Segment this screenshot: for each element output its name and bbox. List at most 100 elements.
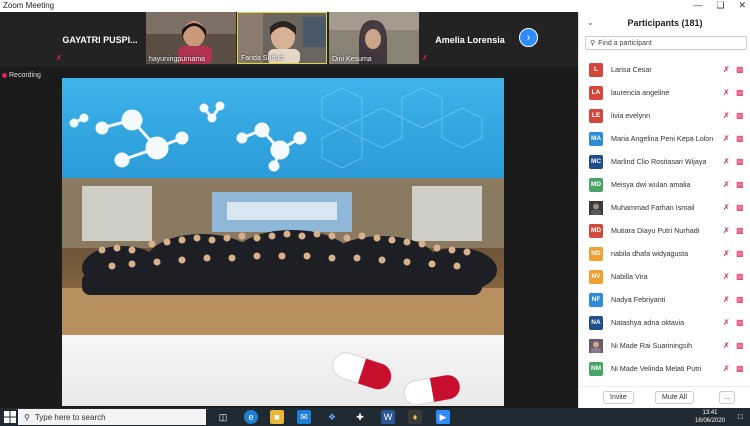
participant-search-input[interactable]: ⚲ Find a participant bbox=[585, 36, 747, 50]
participant-name: Ni Made Velinda Melati Putri bbox=[611, 364, 702, 373]
word-icon[interactable]: W bbox=[381, 410, 395, 424]
participant-video-label: Dini Kesuma bbox=[332, 56, 372, 63]
dropbox-icon[interactable]: ❖ bbox=[325, 410, 339, 424]
notification-icon[interactable]: □ bbox=[738, 412, 743, 421]
mute-all-button[interactable]: Mute All bbox=[655, 391, 694, 404]
camera-off-icon: ▩ bbox=[736, 364, 744, 373]
participant-row[interactable]: MC Marlind Clio Rositasari Wijaya ✗ ▩ bbox=[579, 150, 750, 173]
clock-date: 16/06/2020 bbox=[694, 418, 726, 424]
windows-start-icon[interactable] bbox=[4, 411, 16, 423]
participant-row[interactable]: ND nabila dhafa widyagusta ✗ ▩ bbox=[579, 242, 750, 265]
participant-name: Larisa Cesar bbox=[611, 65, 652, 74]
participant-row[interactable]: MD Meisya dwi wulan amalia ✗ ▩ bbox=[579, 173, 750, 196]
search-icon: ⚲ bbox=[590, 40, 596, 47]
participant-row[interactable]: LE livia evelynn ✗ ▩ bbox=[579, 104, 750, 127]
camera-off-icon: ▩ bbox=[736, 272, 744, 281]
participants-header: ⌄ Participants (181) bbox=[579, 12, 750, 34]
app-icon[interactable]: ♦ bbox=[408, 410, 422, 424]
title-bar: Zoom Meeting — ❏ ✕ bbox=[0, 0, 750, 12]
mail-icon[interactable]: ✉ bbox=[297, 410, 311, 424]
participant-name: Meisya dwi wulan amalia bbox=[611, 180, 691, 189]
camera-off-icon: ▩ bbox=[736, 226, 744, 235]
participant-tile-name[interactable]: Amelia Lorensia bbox=[424, 12, 516, 67]
mic-muted-icon: ✗ bbox=[723, 88, 730, 97]
avatar: MA bbox=[589, 131, 603, 146]
participant-video-tile-active[interactable]: Farida Suhud bbox=[237, 12, 327, 64]
group-photo bbox=[62, 178, 504, 335]
participant-name: Mutiara Diayu Putri Nurhadi bbox=[611, 226, 700, 235]
mic-muted-icon: ✗ bbox=[723, 134, 730, 143]
mic-muted-icon: ✗ bbox=[723, 295, 730, 304]
participant-row[interactable]: Muhammad Farhan Ismail ✗ ▩ bbox=[579, 196, 750, 219]
participant-video-label: hayuningpurnama bbox=[149, 56, 206, 63]
mic-muted-icon: ✗ bbox=[723, 65, 730, 74]
maximize-icon[interactable]: ❏ bbox=[716, 0, 724, 11]
participant-video-tile[interactable]: Dini Kesuma bbox=[329, 12, 419, 64]
camera-off-icon: ▩ bbox=[736, 88, 744, 97]
participant-name: Nadya Febriyanti bbox=[611, 295, 666, 304]
zoom-app-icon[interactable]: ▶ bbox=[436, 410, 450, 424]
video-strip: GAYATRI PUSPI... ✗ hayuningpurnama Farid… bbox=[0, 12, 578, 67]
next-page-button[interactable]: › bbox=[519, 28, 538, 47]
avatar: MC bbox=[589, 154, 603, 169]
participant-name: Nabilla Vira bbox=[611, 272, 648, 281]
search-placeholder: Find a participant bbox=[598, 39, 652, 47]
participant-video-tile[interactable]: hayuningpurnama bbox=[146, 12, 236, 64]
avatar: NA bbox=[589, 315, 603, 330]
avatar-image bbox=[589, 338, 603, 353]
search-icon: ⚲ bbox=[24, 412, 30, 422]
avatar: NF bbox=[589, 292, 603, 307]
participant-video-label: Farida Suhud bbox=[241, 55, 284, 62]
participant-name: Maria Angelina Peni Kepa Lolon bbox=[611, 134, 714, 143]
avatar: NV bbox=[589, 269, 603, 284]
camera-off-icon: ▩ bbox=[736, 111, 744, 120]
invite-button[interactable]: Invite bbox=[603, 391, 634, 404]
participant-row[interactable]: MA Maria Angelina Peni Kepa Lolon ✗ ▩ bbox=[579, 127, 750, 150]
shared-screen bbox=[62, 78, 504, 406]
participant-row[interactable]: NA Natashya adna oktavia ✗ ▩ bbox=[579, 311, 750, 334]
participant-row[interactable]: NV Nabilla Vira ✗ ▩ bbox=[579, 265, 750, 288]
windows-taskbar: ⚲ Type here to search ◫ e ■ ✉ ❖ ✚ W ♦ ▶ … bbox=[0, 408, 750, 426]
slide-header-graphic bbox=[62, 78, 504, 178]
camera-off-icon: ▩ bbox=[736, 249, 744, 258]
taskbar-search-input[interactable]: ⚲ Type here to search bbox=[18, 409, 206, 425]
slide-footer-graphic bbox=[62, 335, 504, 406]
recording-indicator: Recording bbox=[2, 72, 41, 79]
participant-tile-name[interactable]: GAYATRI PUSPI... bbox=[56, 12, 144, 67]
avatar-photo bbox=[589, 338, 603, 353]
app-icon[interactable]: ✚ bbox=[353, 410, 367, 424]
participant-name: Amelia Lorensia bbox=[435, 34, 505, 45]
file-explorer-icon[interactable]: ■ bbox=[270, 410, 284, 424]
camera-off-icon: ▩ bbox=[736, 65, 744, 74]
participant-row[interactable]: Ni Made Rai Suariningsih ✗ ▩ bbox=[579, 334, 750, 357]
camera-off-icon: ▩ bbox=[736, 134, 744, 143]
participant-name: laurencia angeline bbox=[611, 88, 670, 97]
avatar: L bbox=[589, 62, 603, 77]
camera-off-icon: ▩ bbox=[736, 157, 744, 166]
participant-name: nabila dhafa widyagusta bbox=[611, 249, 689, 258]
participant-row[interactable]: LA laurencia angeline ✗ ▩ bbox=[579, 81, 750, 104]
participant-name: Marlind Clio Rositasari Wijaya bbox=[611, 157, 707, 166]
window-title: Zoom Meeting bbox=[3, 1, 55, 10]
recording-label: Recording bbox=[9, 72, 41, 79]
mic-muted-icon: ✗ bbox=[723, 226, 730, 235]
participant-name: Ni Made Rai Suariningsih bbox=[611, 341, 693, 350]
mic-muted-icon: ✗ bbox=[723, 249, 730, 258]
participant-row[interactable]: L Larisa Cesar ✗ ▩ bbox=[579, 58, 750, 81]
participants-footer: Invite Mute All ... bbox=[579, 386, 750, 408]
minimize-icon[interactable]: — bbox=[693, 0, 702, 11]
edge-browser-icon[interactable]: e bbox=[244, 410, 258, 424]
camera-off-icon: ▩ bbox=[736, 341, 744, 350]
participant-row[interactable]: NF Nadya Febriyanti ✗ ▩ bbox=[579, 288, 750, 311]
participant-row[interactable]: NM Ni Made Velinda Melati Putri ✗ ▩ bbox=[579, 357, 750, 380]
more-options-button[interactable]: ... bbox=[719, 391, 735, 404]
participant-name: Natashya adna oktavia bbox=[611, 318, 685, 327]
system-clock[interactable]: 13:41 16/06/2020 bbox=[690, 409, 730, 425]
participant-row[interactable]: MD Mutiara Diayu Putri Nurhadi ✗ ▩ bbox=[579, 219, 750, 242]
mic-muted-icon: ✗ bbox=[723, 111, 730, 120]
close-icon[interactable]: ✕ bbox=[738, 0, 746, 11]
mic-muted-icon: ✗ bbox=[723, 318, 730, 327]
task-view-icon[interactable]: ◫ bbox=[216, 410, 230, 424]
participants-panel: ⌄ Participants (181) ⚲ Find a participan… bbox=[578, 12, 750, 408]
clock-time: 13:41 bbox=[702, 410, 718, 416]
